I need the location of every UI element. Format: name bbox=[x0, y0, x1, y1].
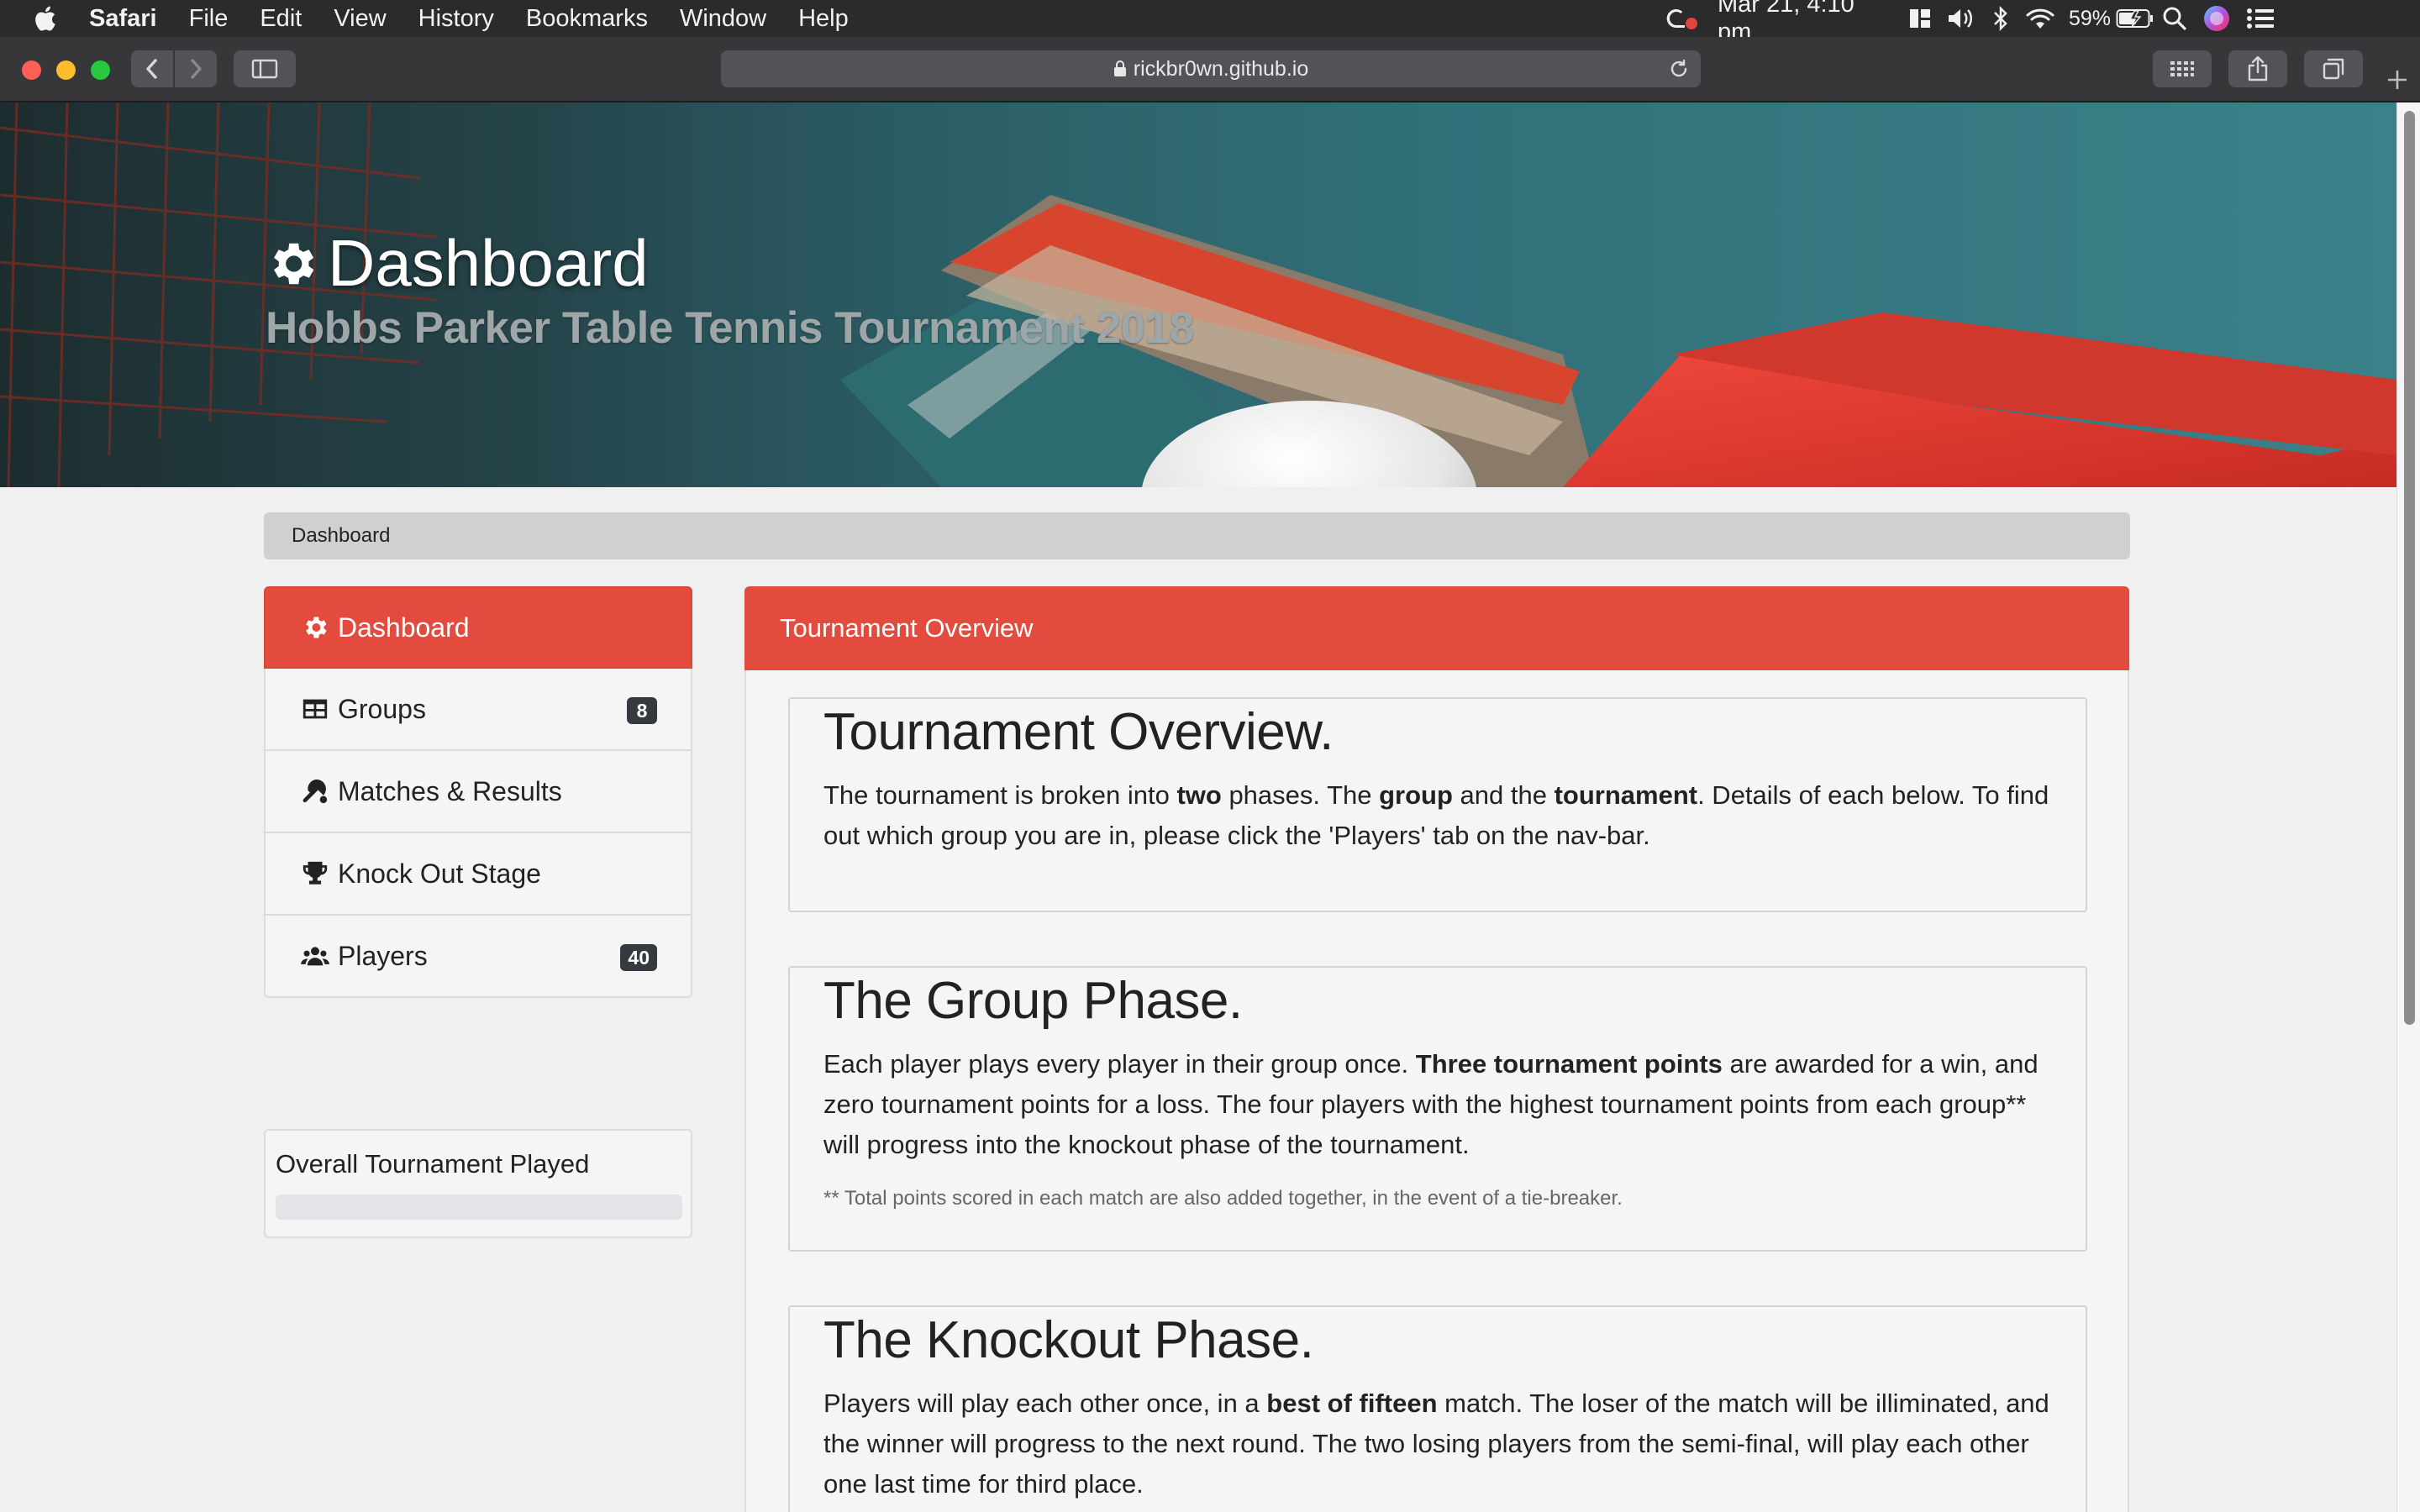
menu-window[interactable]: Window bbox=[680, 5, 766, 33]
scrollbar-thumb[interactable] bbox=[2404, 111, 2415, 1025]
sidebar-item-knock-out-stage[interactable]: Knock Out Stage bbox=[264, 833, 692, 916]
section-text: Each player plays every player in their … bbox=[823, 1049, 2039, 1159]
new-tab-button[interactable] bbox=[2385, 67, 2418, 101]
battery-percent[interactable]: 59% bbox=[2065, 0, 2114, 37]
share-button[interactable] bbox=[2228, 50, 2287, 87]
hero-subtitle: Hobbs Parker Table Tennis Tournament 201… bbox=[266, 303, 1194, 353]
menu-history[interactable]: History bbox=[418, 5, 494, 33]
browser-toolbar: rickbr0wn.github.io bbox=[0, 37, 2420, 102]
main-panel: Tournament Overview Tournament Overview.… bbox=[744, 586, 2129, 1512]
section-footnote: ** Total points scored in each match are… bbox=[823, 1187, 1623, 1210]
apple-icon[interactable] bbox=[32, 4, 57, 33]
sidebar-item-dashboard[interactable]: Dashboard bbox=[264, 586, 692, 669]
plus-icon bbox=[2388, 71, 2407, 89]
page-scrollbar[interactable] bbox=[2396, 102, 2420, 1512]
sidebar-item-label: Groups bbox=[338, 693, 426, 724]
clock[interactable]: Mar 21, 4:10 pm bbox=[1718, 0, 1894, 45]
count-badge: 40 bbox=[620, 944, 657, 971]
table-icon bbox=[301, 695, 329, 723]
lock-icon bbox=[1113, 60, 1126, 76]
sidebar-item-label: Dashboard bbox=[338, 612, 470, 643]
creative-cloud-icon[interactable] bbox=[1664, 0, 1702, 37]
notification-center-icon[interactable] bbox=[2244, 0, 2277, 37]
menu-app-name[interactable]: Safari bbox=[89, 5, 157, 33]
section-text: The tournament is broken into two phases… bbox=[823, 780, 2049, 850]
gear-icon bbox=[274, 243, 314, 284]
forward-button[interactable] bbox=[175, 50, 217, 87]
sidebar-layout-icon[interactable] bbox=[1907, 0, 1933, 37]
chevron-left-icon bbox=[146, 59, 157, 79]
progress-bar bbox=[276, 1194, 682, 1220]
menu-edit[interactable]: Edit bbox=[260, 5, 302, 33]
section-title: The Knockout Phase. bbox=[823, 1311, 1314, 1369]
tabs-icon bbox=[2323, 58, 2344, 80]
tab-overview-button[interactable] bbox=[2304, 50, 2363, 87]
zoom-window-button[interactable] bbox=[91, 60, 110, 80]
sidebar-item-players[interactable]: Players 40 bbox=[264, 916, 692, 998]
web-page: Dashboard Hobbs Parker Table Tennis Tour… bbox=[0, 102, 2396, 1512]
status-area: Mar 21, 4:10 pm 59% bbox=[1664, 0, 2420, 45]
minimize-window-button[interactable] bbox=[56, 60, 76, 80]
menu-view[interactable]: View bbox=[334, 5, 386, 33]
users-icon bbox=[301, 942, 329, 970]
table-tennis-icon bbox=[301, 777, 329, 806]
progress-label: Overall Tournament Played bbox=[276, 1149, 590, 1179]
close-window-button[interactable] bbox=[22, 60, 41, 80]
breadcrumb: Dashboard bbox=[264, 512, 2130, 559]
sidebar-icon bbox=[251, 59, 278, 79]
group-phase-section: The Group Phase. Each player plays every… bbox=[788, 966, 2087, 1252]
wifi-icon[interactable] bbox=[2023, 0, 2057, 37]
menu-file[interactable]: File bbox=[189, 5, 229, 33]
sidebar-toggle-button[interactable] bbox=[234, 50, 296, 87]
reload-icon[interactable] bbox=[1669, 59, 1689, 79]
volume-icon[interactable] bbox=[1946, 0, 1976, 37]
bluetooth-icon[interactable] bbox=[1990, 0, 2012, 37]
back-button[interactable] bbox=[131, 50, 173, 87]
hero-banner: Dashboard Hobbs Parker Table Tennis Tour… bbox=[0, 102, 2396, 487]
sidebar-nav: Dashboard Groups 8 Matches & Results Kno… bbox=[264, 586, 692, 998]
overview-section: Tournament Overview. The tournament is b… bbox=[788, 697, 2087, 912]
chevron-right-icon bbox=[191, 59, 202, 79]
hero-title-text: Dashboard bbox=[328, 226, 649, 300]
count-badge: 8 bbox=[627, 697, 657, 724]
sidebar-item-label: Matches & Results bbox=[338, 775, 562, 806]
panel-header: Tournament Overview bbox=[744, 586, 2129, 670]
gear-icon bbox=[301, 613, 329, 642]
grid-icon bbox=[2170, 61, 2194, 76]
sidebar-item-label: Knock Out Stage bbox=[338, 858, 541, 889]
sidebar-item-groups[interactable]: Groups 8 bbox=[264, 669, 692, 751]
menu-help[interactable]: Help bbox=[798, 5, 849, 33]
battery-charging-icon[interactable] bbox=[2114, 0, 2156, 37]
macos-menu-bar: Safari File Edit View History Bookmarks … bbox=[0, 0, 2420, 45]
breadcrumb-item-dashboard[interactable]: Dashboard bbox=[292, 524, 390, 548]
url-text[interactable]: rickbr0wn.github.io bbox=[1134, 57, 1308, 81]
section-title: Tournament Overview. bbox=[823, 703, 1334, 761]
search-icon[interactable] bbox=[2160, 0, 2190, 37]
menu-bookmarks[interactable]: Bookmarks bbox=[526, 5, 648, 33]
sidebar-item-matches-results[interactable]: Matches & Results bbox=[264, 751, 692, 833]
address-bar[interactable]: rickbr0wn.github.io bbox=[721, 50, 1701, 87]
knockout-phase-section: The Knockout Phase. Players will play ea… bbox=[788, 1305, 2087, 1512]
top-sites-button[interactable] bbox=[2153, 50, 2212, 87]
hero-title: Dashboard bbox=[264, 225, 649, 302]
section-title: The Group Phase. bbox=[823, 972, 1243, 1030]
section-text: Players will play each other once, in a … bbox=[823, 1389, 2049, 1499]
sidebar-item-label: Players bbox=[338, 940, 428, 971]
tournament-progress-card: Overall Tournament Played bbox=[264, 1129, 692, 1238]
trophy-icon bbox=[301, 859, 329, 888]
siri-icon[interactable] bbox=[2200, 0, 2233, 37]
share-icon bbox=[2248, 56, 2268, 81]
